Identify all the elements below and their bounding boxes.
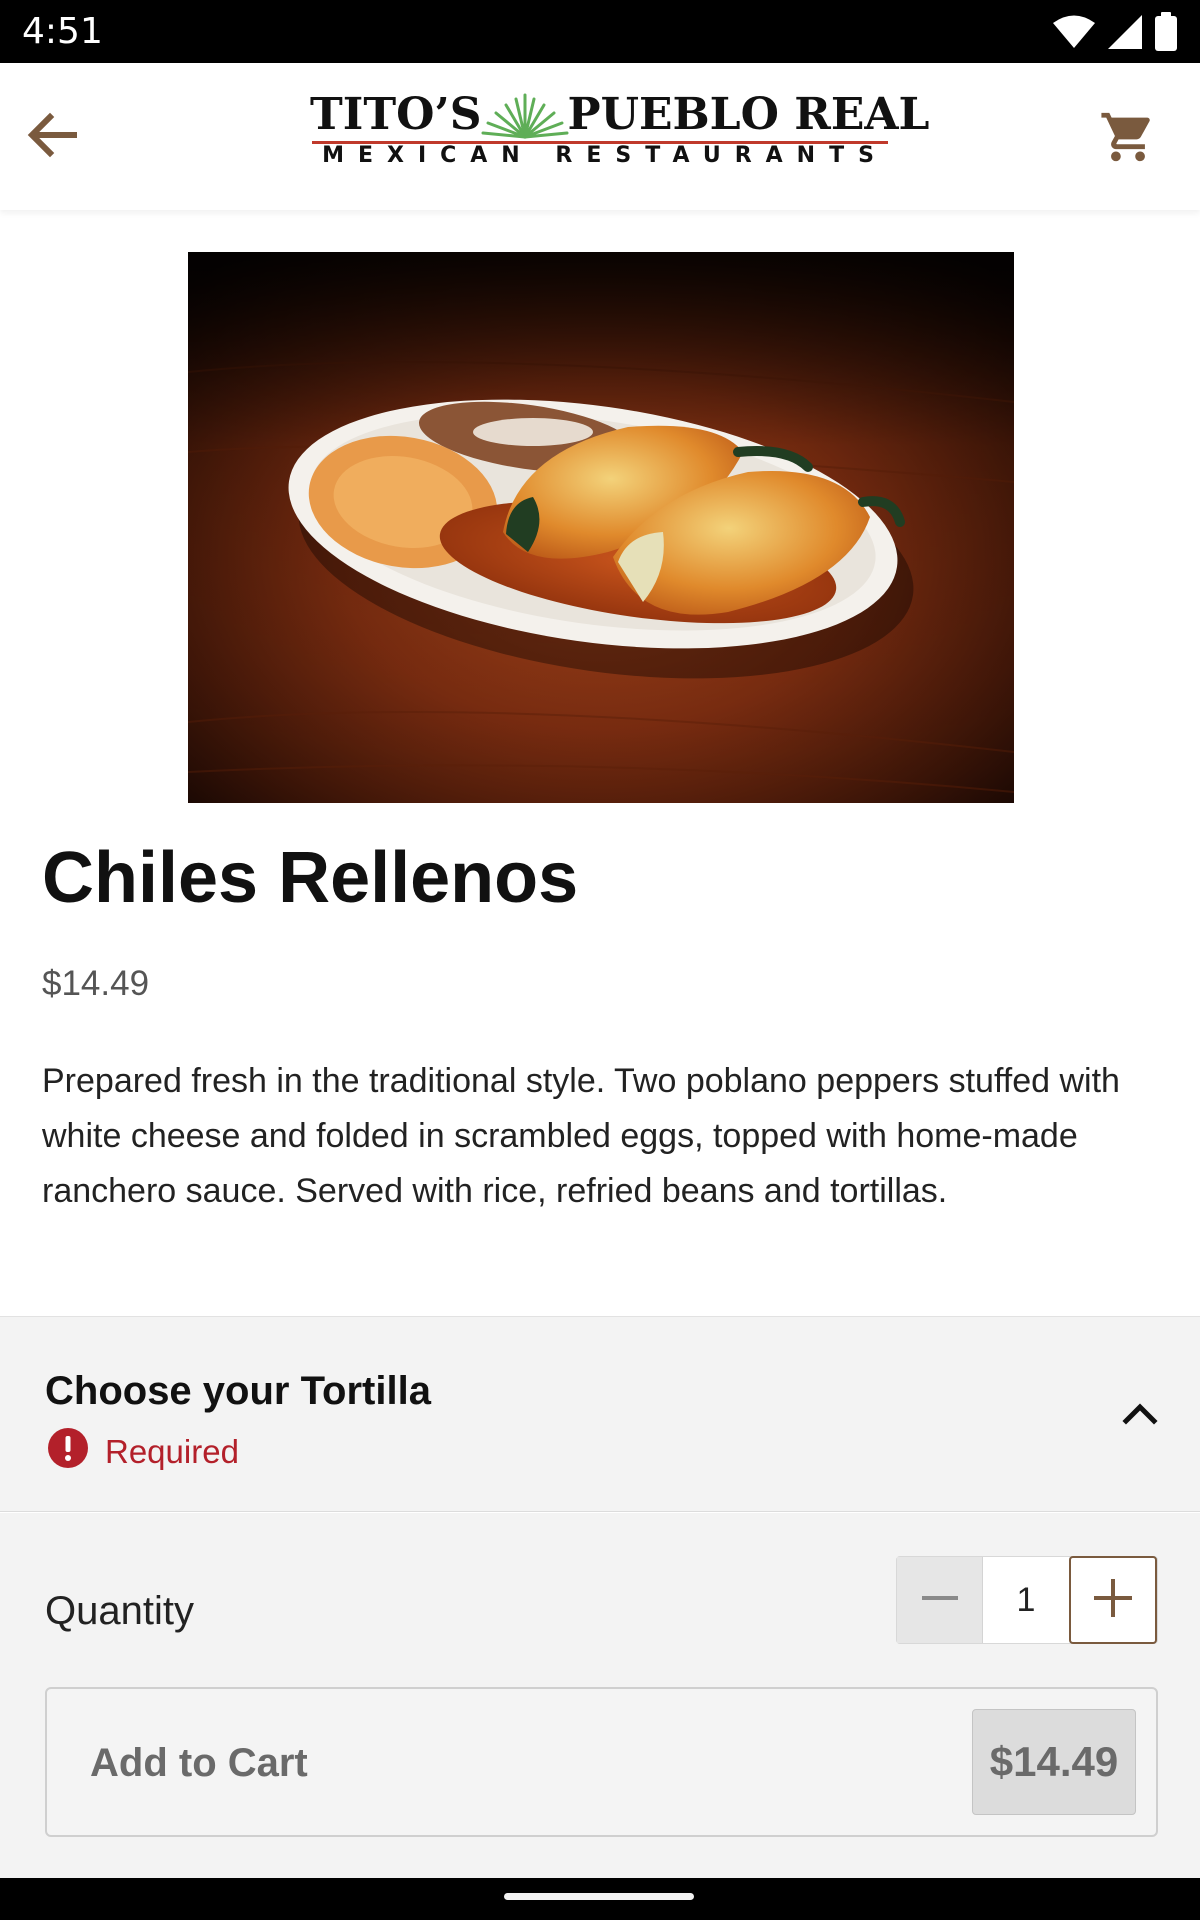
status-time: 4:51 (22, 11, 103, 52)
cart-button[interactable] (1096, 107, 1160, 171)
restaurant-logo: TITO’S PUEBLO REAL MEXICAN RESTAURANTS (310, 89, 929, 181)
item-title: Chiles Rellenos (42, 838, 579, 918)
order-footer: Quantity 1 Add to Cart $14.49 (0, 1513, 1200, 1878)
logo-wordmark: TITO’S PUEBLO REAL (310, 89, 929, 140)
add-to-cart-button[interactable]: Add to Cart $14.49 (45, 1687, 1158, 1837)
signal-icon (1106, 13, 1144, 56)
decrease-quantity-button[interactable] (897, 1557, 984, 1643)
status-icons (1052, 12, 1178, 57)
chevron-up-icon (1120, 1393, 1160, 1438)
agave-icon (480, 91, 570, 139)
increase-quantity-button[interactable] (1068, 1556, 1157, 1644)
home-indicator[interactable] (504, 1893, 694, 1900)
arrow-left-icon (22, 105, 82, 170)
collapse-toggle-button[interactable] (1110, 1385, 1170, 1445)
required-indicator: Required (47, 1427, 239, 1477)
alert-circle-icon (47, 1427, 89, 1477)
system-nav-bar (0, 1878, 1200, 1920)
quantity-value: 1 (983, 1557, 1069, 1643)
quantity-stepper: 1 (896, 1556, 1158, 1644)
plus-icon (1092, 1577, 1134, 1624)
wifi-icon (1052, 14, 1096, 55)
item-photo (188, 252, 1014, 803)
shopping-cart-icon (1099, 108, 1157, 171)
app-header: TITO’S PUEBLO REAL MEXICAN RESTAURANTS (0, 63, 1200, 210)
logo-text-right: PUEBLO REAL (567, 89, 930, 140)
add-to-cart-price: $14.49 (972, 1709, 1136, 1815)
logo-text-left: TITO’S (310, 89, 482, 140)
status-bar: 4:51 (0, 0, 1200, 63)
required-label: Required (105, 1433, 239, 1470)
battery-icon (1154, 12, 1178, 57)
item-price: $14.49 (42, 964, 150, 1003)
option-group-tortilla[interactable]: Choose your Tortilla Required (0, 1316, 1200, 1512)
quantity-label: Quantity (45, 1589, 194, 1633)
logo-divider (312, 141, 888, 144)
add-to-cart-label: Add to Cart (90, 1741, 308, 1785)
back-button[interactable] (16, 101, 88, 173)
option-group-title: Choose your Tortilla (45, 1369, 431, 1413)
item-description: Prepared fresh in the traditional style.… (42, 1062, 1120, 1210)
minus-icon (920, 1578, 960, 1623)
logo-subtitle: MEXICAN RESTAURANTS (322, 143, 888, 168)
